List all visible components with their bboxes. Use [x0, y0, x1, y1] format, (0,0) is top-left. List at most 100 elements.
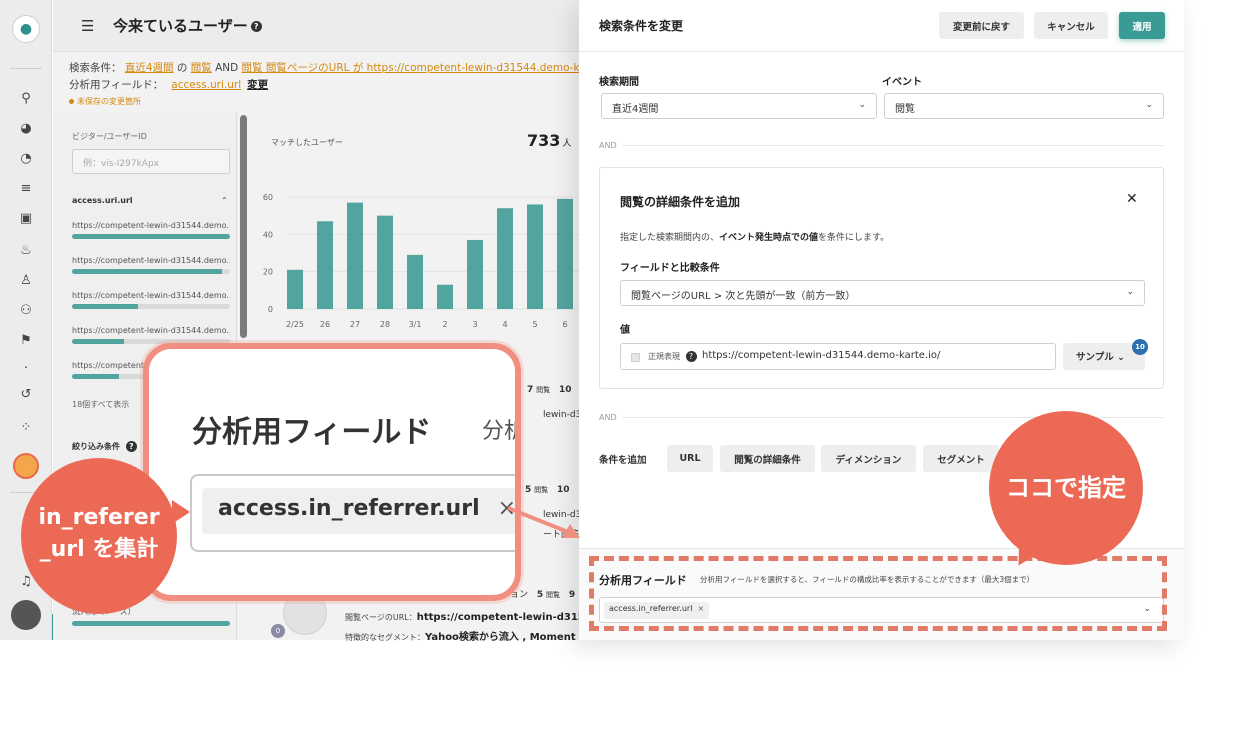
- field-compare-select[interactable]: 閲覧ページのURL > 次と先頭が一致（前方一致） ⌄: [620, 280, 1145, 306]
- detail-description: 指定した検索期間内の、イベント発生時点での値を条件にします。: [620, 233, 890, 243]
- matched-users-label: マッチしたユーザー: [271, 138, 343, 147]
- filter-scrollbar[interactable]: [240, 115, 247, 338]
- visitor-id-input[interactable]: 例：vis-I297kApx: [72, 149, 230, 174]
- url-list-item[interactable]: https://competent-lewin-d31544.demo...: [72, 326, 230, 344]
- bar[interactable]: [467, 239, 483, 309]
- zoom-title: 分析用フィールド: [192, 415, 432, 450]
- screen-icon[interactable]: ▣: [15, 207, 37, 229]
- apps-grid-icon[interactable]: ⁘: [15, 416, 37, 438]
- bar[interactable]: [437, 284, 453, 309]
- bar[interactable]: [557, 198, 573, 309]
- of-text: の: [176, 62, 188, 74]
- arrow-line: [507, 506, 569, 534]
- period-link[interactable]: 直近4週間: [125, 62, 174, 74]
- zoom-title-cut: 分析: [482, 419, 515, 444]
- x-tick-label: 5: [532, 320, 537, 329]
- history-icon[interactable]: ↺: [15, 383, 37, 405]
- chevron-down-icon: ⌄: [1145, 100, 1153, 110]
- flag-icon[interactable]: ⚑: [15, 329, 37, 351]
- remove-tag-icon[interactable]: ×: [697, 604, 704, 613]
- assistant-bot-icon[interactable]: [13, 453, 39, 479]
- bar[interactable]: [347, 202, 363, 309]
- matched-users-count: 733 人: [527, 131, 572, 150]
- user-settings-icon[interactable]: ◕: [15, 117, 37, 139]
- event-select[interactable]: 閲覧 ⌄: [884, 93, 1164, 119]
- bar[interactable]: [527, 204, 543, 309]
- user-chart-icon[interactable]: ◔: [15, 147, 37, 169]
- cancel-button[interactable]: キャンセル: [1034, 12, 1108, 39]
- user-search-icon[interactable]: ⚲: [15, 87, 37, 109]
- x-tick-label: 6: [562, 320, 567, 329]
- url-list-item-label: https://competent-lewin-d31544.demo...: [72, 256, 230, 265]
- row3-views: ョン 5 閲覧 9: [510, 590, 576, 600]
- event-link[interactable]: 閲覧: [191, 62, 212, 74]
- x-tick-label: 3/1: [409, 320, 422, 329]
- add-dimension-button[interactable]: ディメンション: [821, 445, 916, 472]
- analysis-field-select[interactable]: access.in_referrer.url × ⌄: [599, 597, 1164, 623]
- detail-condition-card: 閲覧の詳細条件を追加 ✕ 指定した検索期間内の、イベント発生時点での値を条件にし…: [599, 167, 1164, 389]
- hamburger-icon[interactable]: ☰: [81, 17, 94, 35]
- callout-line-2: _url を集計: [39, 537, 159, 562]
- value-input[interactable]: 正規表現 ? https://competent-lewin-d31544.de…: [620, 343, 1056, 370]
- url-ratio-bar-fill: [72, 269, 223, 274]
- bar[interactable]: [377, 215, 393, 309]
- url-list-item[interactable]: https://competent-lewin-d31544.demo...: [72, 291, 230, 309]
- search-conditions: 検索条件： 直近4週間 の 閲覧 AND 閲覧 閲覧ページのURL が http…: [69, 60, 613, 75]
- unsaved-text: 未保存の変更箇所: [77, 97, 141, 106]
- revert-button[interactable]: 変更前に戻す: [939, 12, 1024, 39]
- bar[interactable]: [317, 221, 333, 309]
- detail-link[interactable]: 閲覧 閲覧ページのURL が https://competent-lewin-d…: [242, 62, 614, 74]
- y-tick-label: 60: [263, 193, 273, 202]
- add-segment-button[interactable]: セグメント: [923, 445, 999, 472]
- regex-checkbox[interactable]: [631, 353, 640, 362]
- add-detail-button[interactable]: 閲覧の詳細条件: [720, 445, 815, 472]
- detail-title: 閲覧の詳細条件を追加: [620, 195, 741, 209]
- url-list-item[interactable]: https://competent-lewin-d31544.demo...: [72, 256, 230, 274]
- field-value-link[interactable]: access.uri.url: [171, 79, 241, 91]
- zoom-field: access.in_referrer.url ×: [190, 474, 515, 552]
- and-text: AND: [215, 62, 239, 74]
- conditions-prefix: 検索条件：: [69, 62, 122, 74]
- y-tick-label: 40: [263, 230, 273, 239]
- user-icon[interactable]: ●: [12, 15, 40, 43]
- help-icon[interactable]: ?: [125, 441, 137, 452]
- url-ratio-bar: [72, 234, 230, 239]
- row1-views: 7 閲覧 10: [527, 385, 572, 395]
- apply-button[interactable]: 適用: [1119, 12, 1165, 39]
- callout-tail: [172, 500, 190, 524]
- bar[interactable]: [287, 269, 303, 309]
- period-select[interactable]: 直近4週間 ⌄: [601, 93, 877, 119]
- pointer-arrow: [507, 506, 580, 538]
- url-list-item-label: https://competent-lewin-d31544.demo...: [72, 326, 230, 335]
- chevron-up-icon[interactable]: ⌃: [221, 196, 228, 205]
- x-tick-label: 3: [472, 320, 477, 329]
- top-bar: ☰ 今来ているユーザー?: [53, 0, 593, 52]
- url-list-item-label: https://competent-lewin-d31544.demo...: [72, 291, 230, 300]
- x-tick-label: 2/25: [286, 320, 304, 329]
- help-icon[interactable]: ?: [685, 351, 697, 362]
- daily-users-bar-chart: 0 20 40 60 2/25 26 27 28 3/1 2 3 4 5 6: [263, 193, 593, 329]
- analysis-field-tag: access.in_referrer.url ×: [604, 602, 710, 619]
- url-list-item[interactable]: https://competent-lewin-d31544.demo...: [72, 221, 230, 239]
- user-badge: 0: [271, 624, 285, 638]
- unsaved-dot: [69, 99, 74, 104]
- bar[interactable]: [497, 208, 513, 309]
- list-icon[interactable]: ≡: [15, 177, 37, 199]
- account-avatar[interactable]: [11, 600, 41, 630]
- dot-icon[interactable]: ·: [15, 357, 37, 379]
- close-icon[interactable]: ✕: [1126, 191, 1138, 207]
- x-tick-label: 2: [442, 320, 447, 329]
- chevron-down-icon: ⌄: [1117, 352, 1125, 363]
- field-compare-label: フィールドと比較条件: [620, 263, 720, 274]
- help-icon[interactable]: ?: [250, 21, 262, 32]
- add-url-button[interactable]: URL: [667, 445, 713, 472]
- change-link[interactable]: 変更: [247, 79, 268, 91]
- group-icon[interactable]: ⚇: [15, 299, 37, 321]
- flame-icon[interactable]: ♨: [15, 239, 37, 261]
- show-all-link[interactable]: 18個すべて表示: [72, 399, 129, 410]
- bar[interactable]: [407, 254, 423, 309]
- person-board-icon[interactable]: ♙: [15, 269, 37, 291]
- page-title: 今来ているユーザー?: [113, 15, 262, 36]
- url-ratio-bar-fill: [72, 374, 120, 379]
- url-ratio-bar-fill: [72, 234, 230, 239]
